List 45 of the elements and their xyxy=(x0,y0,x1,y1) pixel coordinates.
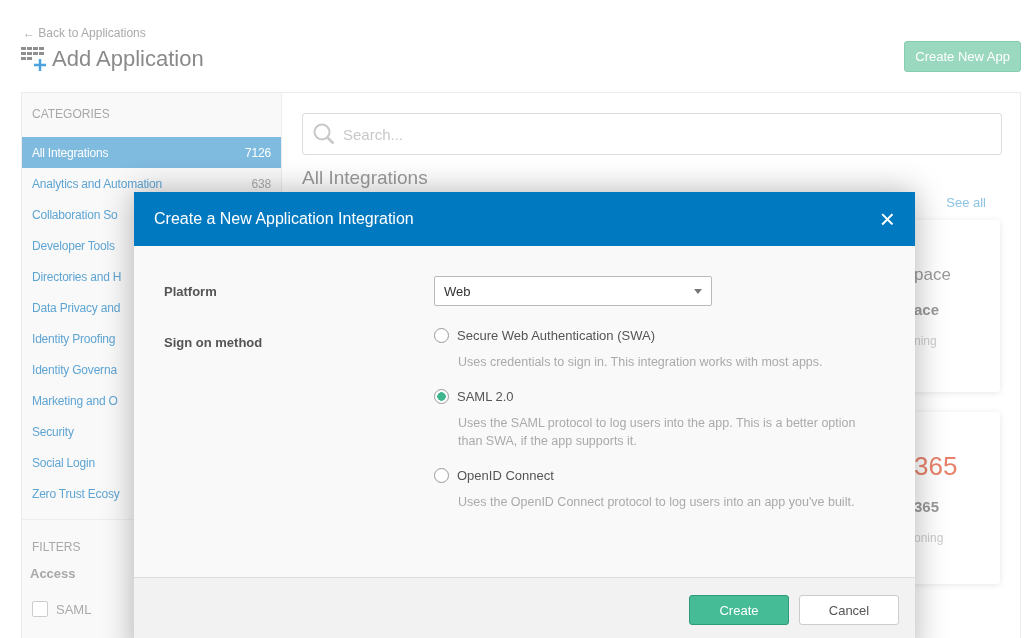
close-button[interactable]: × xyxy=(879,206,895,232)
grid-plus-icon xyxy=(21,47,47,71)
platform-label: Platform xyxy=(164,283,218,301)
option-description: Uses the OpenID Connect protocol to log users into an app you've built. xyxy=(457,494,856,511)
radio-button[interactable] xyxy=(434,328,449,343)
app-name: 365 xyxy=(914,498,941,515)
dropdown-caret-icon xyxy=(694,288,702,294)
category-label: Zero Trust Ecosy xyxy=(32,486,120,501)
app-logo-text: 365 xyxy=(914,451,959,482)
radio-button[interactable] xyxy=(434,468,449,483)
search-icon xyxy=(313,123,335,145)
category-count: 7126 xyxy=(245,145,271,160)
option-label: Secure Web Authentication (SWA) xyxy=(457,328,655,343)
app-name: ace xyxy=(914,300,941,318)
access-heading: Access xyxy=(29,566,77,583)
checkbox[interactable] xyxy=(32,601,48,617)
sign-on-method-label: Sign on method xyxy=(164,334,264,352)
create-new-app-button[interactable]: Create New App xyxy=(904,41,1021,72)
category-label: Data Privacy and xyxy=(32,300,121,315)
checkbox-label: SAML xyxy=(56,601,92,617)
app-logo-text: pace xyxy=(914,264,952,285)
category-label: Identity Governa xyxy=(32,362,117,377)
page-title: Add Application xyxy=(52,46,204,72)
category-label: Security xyxy=(32,424,74,439)
platform-select[interactable]: Web xyxy=(434,276,712,306)
option-description: Uses the SAML protocol to log users into the app. This is a better option than SWA, if the app supports it. xyxy=(457,415,857,450)
categories-heading: CATEGORIES xyxy=(31,106,111,123)
category-item[interactable]: All Integrations 7126 xyxy=(22,137,281,168)
filters-heading: FILTERS xyxy=(31,540,82,556)
section-title: All Integrations xyxy=(302,167,429,189)
category-label: All Integrations xyxy=(32,145,109,160)
back-link[interactable]: ← Back to Applications xyxy=(21,26,204,40)
category-label: Marketing and O xyxy=(32,393,118,408)
radio-button[interactable] xyxy=(434,389,449,404)
category-count: 638 xyxy=(251,176,271,191)
option-label: OpenID Connect xyxy=(457,468,554,483)
create-button[interactable]: Create xyxy=(689,595,789,625)
category-label: Analytics and Automation xyxy=(32,176,162,191)
cancel-button[interactable]: Cancel xyxy=(799,595,899,625)
dialog-title: Create a New Application Integration xyxy=(154,210,414,228)
see-all-link[interactable]: See all xyxy=(946,195,986,210)
category-label: Developer Tools xyxy=(32,238,115,253)
option-label: SAML 2.0 xyxy=(457,389,514,404)
category-label: Social Login xyxy=(32,455,95,470)
option-description: Uses credentials to sign in. This integration works with most apps. xyxy=(457,354,824,371)
